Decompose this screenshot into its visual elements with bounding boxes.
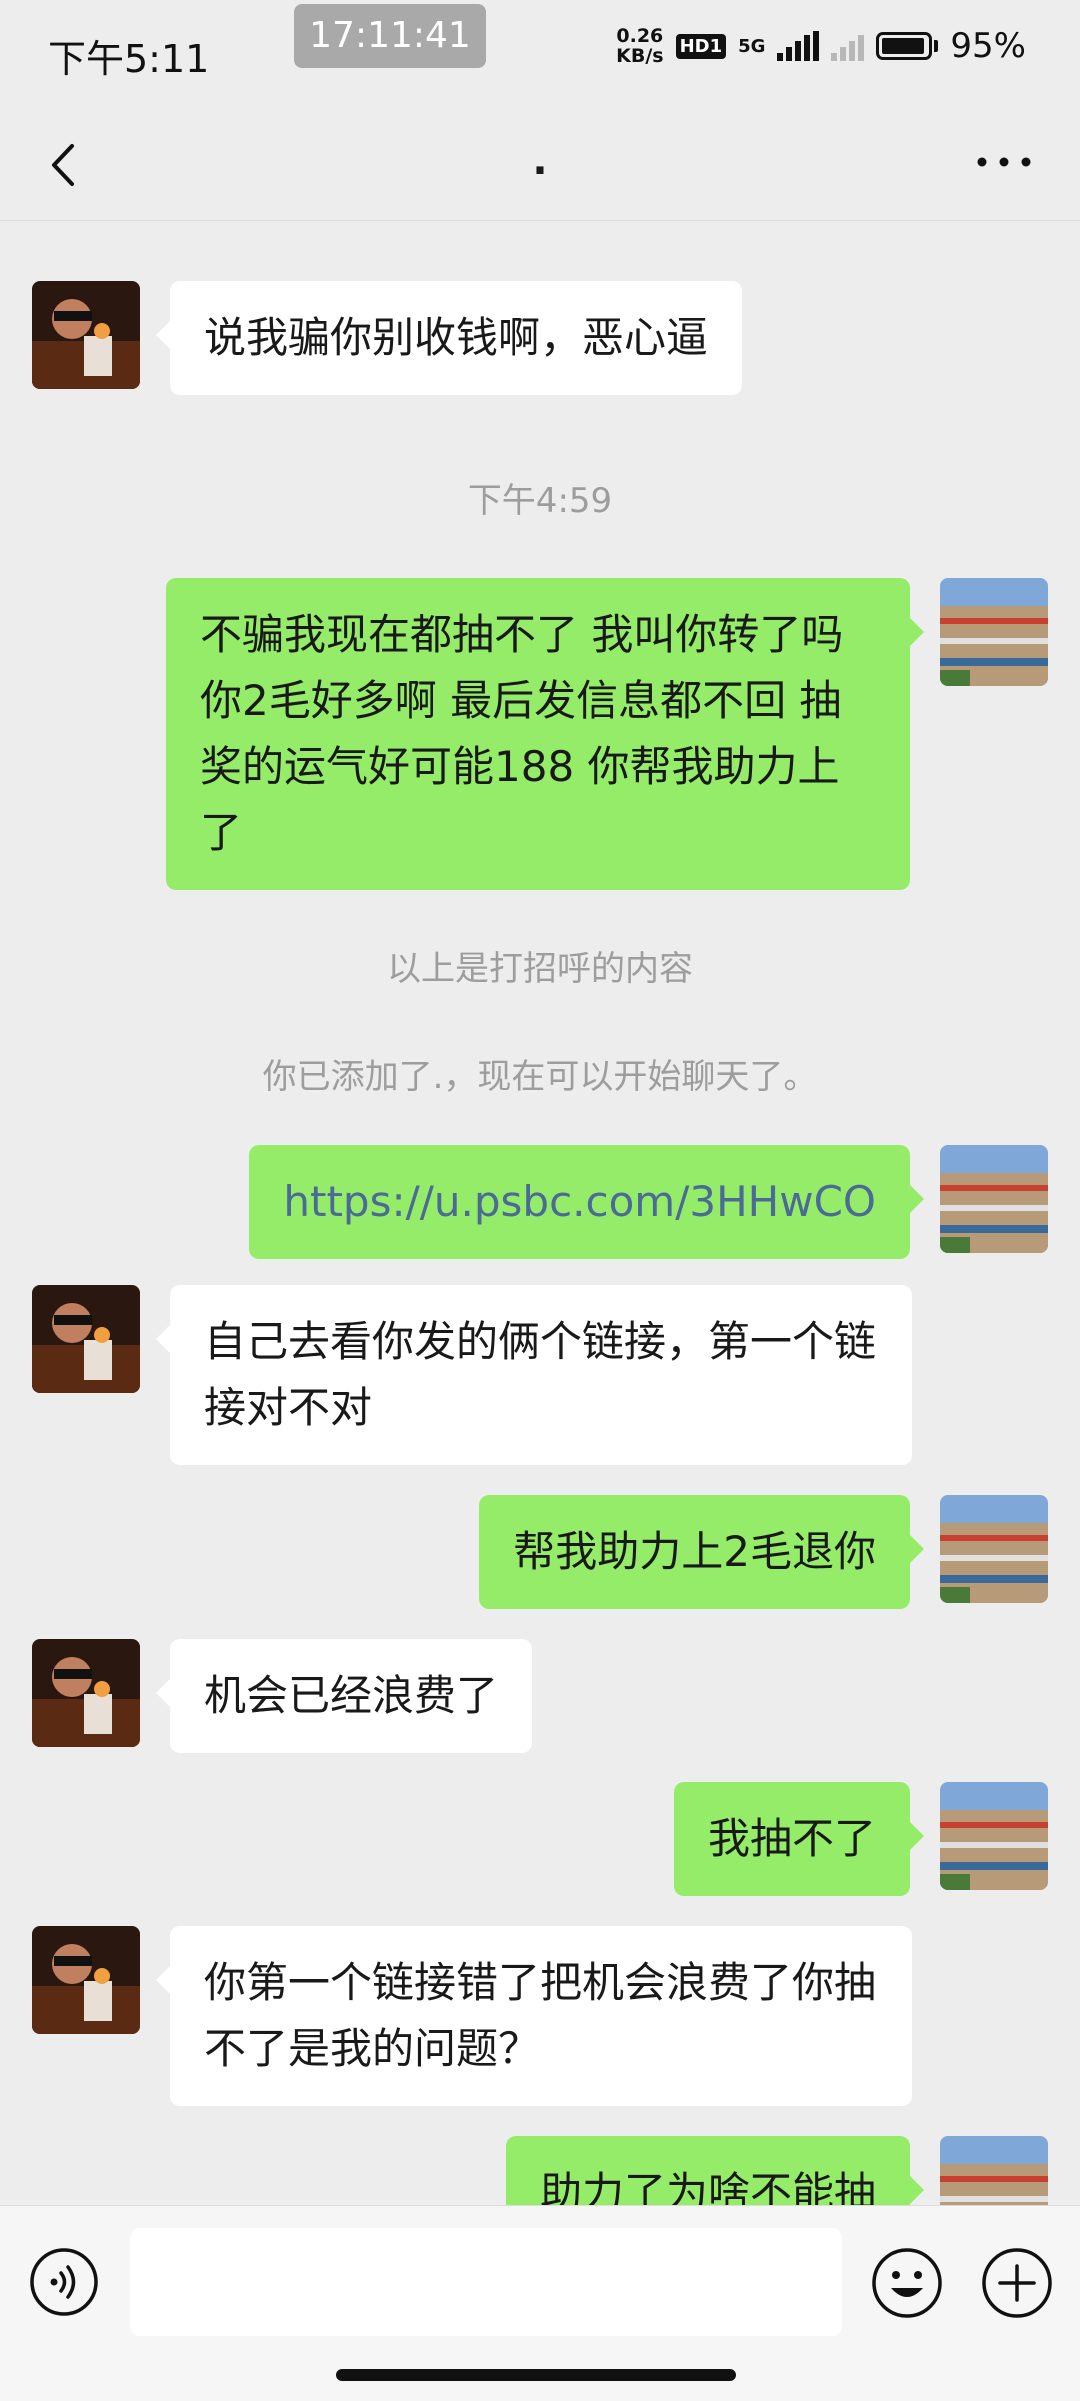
more-dots-icon[interactable] <box>974 152 1034 172</box>
contact-avatar[interactable] <box>32 1926 140 2034</box>
network-type: 5G <box>738 35 766 57</box>
status-icons: 0.26 KB/s HD1 5G 95% <box>616 26 1026 66</box>
my-avatar[interactable] <box>940 1782 1048 1890</box>
battery-percent: 95% <box>950 26 1026 66</box>
plus-icon[interactable] <box>980 2246 1054 2320</box>
message-text: 说我骗你别收钱啊，恶心逼 <box>204 313 709 362</box>
system-notice: 以上是打招呼的内容 <box>387 949 693 989</box>
signal-sim2-icon <box>831 31 865 61</box>
chat-title: . <box>532 138 548 184</box>
home-indicator[interactable] <box>336 2369 736 2381</box>
message-text: 你第一个链接错了把机会浪费了你抽不了是我的问题？ <box>204 1958 877 2073</box>
clock-overlay: 17:11:41 <box>294 4 486 68</box>
my-avatar[interactable] <box>940 1495 1048 1603</box>
message-bubble[interactable]: 我抽不了 <box>673 1782 925 1896</box>
my-avatar-image <box>940 1495 1048 1603</box>
message-bubble[interactable]: 帮我助力上2毛退你 <box>479 1495 924 1609</box>
message-text: 机会已经浪费了 <box>204 1671 499 1720</box>
message-bubble[interactable]: 助力了为啥不能抽 <box>505 2136 925 2205</box>
my-avatar[interactable] <box>940 578 1048 686</box>
message-text: 自己去看你发的俩个链接，第一个链接对不对 <box>204 1317 877 1432</box>
message-bubble[interactable]: https://u.psbc.com/3HHwCO <box>249 1145 924 1259</box>
contact-avatar-image <box>32 1926 140 2034</box>
contact-avatar-image <box>32 1285 140 1393</box>
my-avatar-image <box>940 1145 1048 1253</box>
contact-avatar[interactable] <box>32 1639 140 1747</box>
net-speed-unit: KB/s <box>616 45 664 67</box>
my-avatar-image <box>940 578 1048 686</box>
status-bar: 下午5:11 17:11:41 0.26 KB/s HD1 5G 95% <box>0 0 1080 110</box>
contact-avatar-image <box>32 1639 140 1747</box>
net-speed-value: 0.26 <box>616 25 664 47</box>
battery-tip <box>934 40 939 52</box>
my-avatar-image <box>940 1782 1048 1890</box>
message-link[interactable]: https://u.psbc.com/3HHwCO <box>283 1177 876 1226</box>
emoji-icon[interactable] <box>870 2246 944 2320</box>
message-text: 不骗我现在都抽不了 我叫你转了吗 你2毛好多啊 最后发信息都不回 抽奖的运气好可… <box>200 610 844 857</box>
message-bubble[interactable]: 机会已经浪费了 <box>155 1639 533 1753</box>
voice-icon[interactable] <box>28 2246 100 2318</box>
contact-avatar-image <box>32 281 140 389</box>
message-list[interactable]: 说我骗你别收钱啊，恶心逼 下午4:59 不骗我现在都抽不了 我叫你转了吗 你2毛… <box>0 221 1080 2205</box>
my-avatar[interactable] <box>940 2136 1048 2205</box>
message-text: 帮我助力上2毛退你 <box>513 1527 876 1576</box>
timestamp: 下午4:59 <box>467 481 613 521</box>
system-notice: 你已添加了.，现在可以开始聊天了。 <box>262 1057 818 1097</box>
battery-icon <box>876 32 933 60</box>
message-bubble[interactable]: 自己去看你发的俩个链接，第一个链接对不对 <box>156 1285 912 1465</box>
status-time: 下午5:11 <box>48 37 210 81</box>
message-bubble[interactable]: 不骗我现在都抽不了 我叫你转了吗 你2毛好多啊 最后发信息都不回 抽奖的运气好可… <box>166 578 924 890</box>
net-speed: 0.26 KB/s <box>616 26 663 66</box>
chat-header: . <box>0 110 1080 221</box>
message-text: 我抽不了 <box>707 1814 876 1863</box>
message-input[interactable] <box>130 2228 842 2336</box>
hd-badge: HD1 <box>675 33 727 59</box>
message-bubble[interactable]: 你第一个链接错了把机会浪费了你抽不了是我的问题？ <box>156 1926 912 2106</box>
my-avatar[interactable] <box>940 1145 1048 1253</box>
signal-icon <box>777 31 820 61</box>
my-avatar-image <box>940 2136 1048 2205</box>
contact-avatar[interactable] <box>32 281 140 389</box>
contact-avatar[interactable] <box>32 1285 140 1393</box>
message-text: 助力了为啥不能抽 <box>539 2168 876 2205</box>
message-bubble[interactable]: 说我骗你别收钱啊，恶心逼 <box>155 281 743 395</box>
